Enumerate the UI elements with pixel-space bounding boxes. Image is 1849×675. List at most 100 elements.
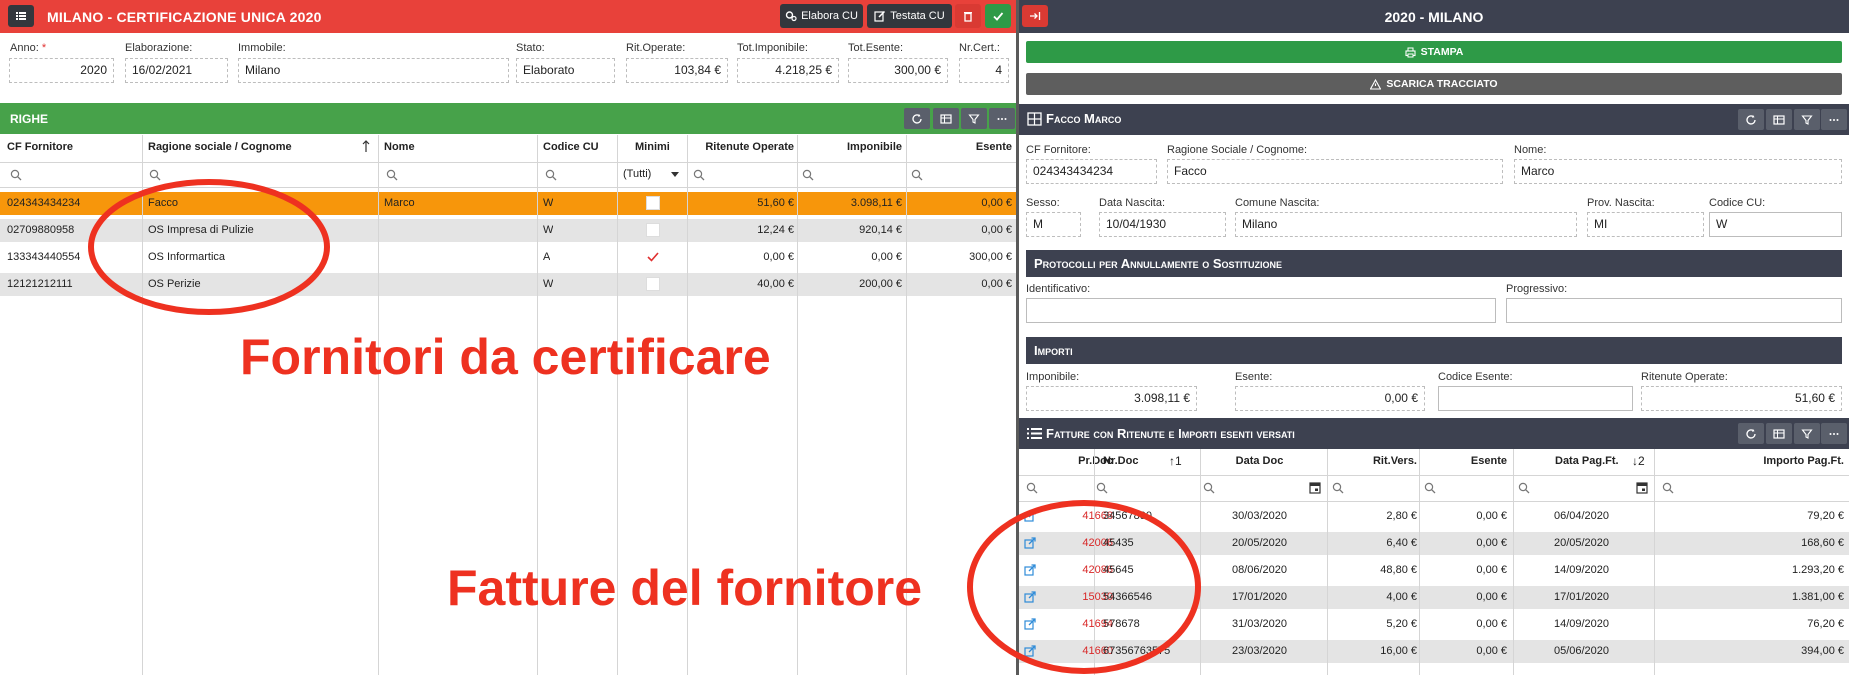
cell-rit-vers: 5,20 €: [1386, 618, 1417, 630]
minimi-checkbox[interactable]: [646, 223, 660, 237]
righe-section-title: RIGHE: [10, 112, 49, 126]
prov-nascita-label: Prov. Nascita:: [1587, 197, 1655, 209]
ritenute-operate-field[interactable]: 51,60 €: [1641, 386, 1842, 411]
nome-field[interactable]: Marco: [1514, 159, 1842, 184]
more-button[interactable]: [1821, 423, 1847, 444]
refresh-button[interactable]: [1738, 423, 1764, 444]
tot-esente-field[interactable]: 300,00 €: [848, 58, 948, 83]
search-icon[interactable]: [1662, 482, 1674, 494]
search-icon[interactable]: [1332, 482, 1344, 494]
elabora-cu-button[interactable]: Elabora CU: [780, 4, 863, 28]
nr-cert-field[interactable]: 4: [959, 58, 1009, 83]
search-icon[interactable]: [911, 169, 923, 181]
search-icon[interactable]: [1026, 482, 1038, 494]
cf-field[interactable]: 024343434234: [1026, 159, 1157, 184]
col-esente[interactable]: Esente: [1421, 455, 1507, 467]
col-data-doc[interactable]: Data Doc: [1206, 455, 1313, 467]
ragione-field[interactable]: Facco: [1167, 159, 1503, 184]
scarica-tracciato-button[interactable]: SCARICA TRACCIATO: [1026, 73, 1842, 95]
cell-data-pag: 14/09/2020: [1553, 564, 1610, 576]
search-icon[interactable]: [1518, 482, 1530, 494]
cell-codice: W: [543, 224, 554, 236]
minimi-checkbox[interactable]: [646, 277, 660, 291]
col-data-pag[interactable]: Data Pag.Ft.: [1555, 455, 1619, 467]
list-icon: [1027, 428, 1042, 439]
col-nr-doc[interactable]: Nr.Doc: [1103, 455, 1138, 467]
search-icon[interactable]: [10, 169, 22, 181]
progressivo-field[interactable]: [1506, 298, 1842, 323]
filter-button[interactable]: [961, 108, 987, 129]
testata-cu-label: Testata CU: [890, 10, 945, 22]
calendar-icon[interactable]: [1309, 481, 1321, 494]
search-icon[interactable]: [1203, 482, 1215, 494]
anno-field[interactable]: 2020: [9, 58, 114, 83]
stato-field[interactable]: Elaborato: [516, 58, 615, 83]
comune-nascita-field[interactable]: Milano: [1235, 212, 1577, 237]
cell-cf: 024343434234: [7, 197, 81, 209]
progressivo-label: Progressivo:: [1506, 283, 1568, 295]
col-esente[interactable]: Esente: [908, 141, 1012, 153]
tot-imponibile-field[interactable]: 4.218,25 €: [737, 58, 839, 83]
col-cf-fornitore[interactable]: CF Fornitore: [7, 141, 73, 153]
columns-button[interactable]: [1766, 109, 1792, 130]
col-nome[interactable]: Nome: [384, 141, 415, 153]
col-minimi[interactable]: Minimi: [635, 141, 670, 153]
table-icon: [940, 113, 952, 124]
calendar-icon[interactable]: [1636, 481, 1648, 494]
sort-indicator-1: ↑1: [1169, 454, 1182, 468]
prov-nascita-field[interactable]: MI: [1587, 212, 1704, 237]
immobile-label: Immobile:: [238, 42, 286, 54]
imponibile-field[interactable]: 3.098,11 €: [1026, 386, 1197, 411]
cell-esente: 0,00 €: [1476, 591, 1507, 603]
grid-icon: [1027, 112, 1042, 126]
col-importo-pag[interactable]: Importo Pag.Ft.: [1659, 455, 1844, 467]
data-nascita-label: Data Nascita:: [1099, 197, 1166, 209]
sesso-field[interactable]: M: [1026, 212, 1081, 237]
search-icon[interactable]: [386, 169, 398, 181]
search-icon[interactable]: [1424, 482, 1436, 494]
more-icon: [1829, 432, 1839, 435]
refresh-button[interactable]: [1738, 109, 1764, 130]
col-imponibile[interactable]: Imponibile: [800, 141, 902, 153]
cell-imponibile: 200,00 €: [859, 278, 902, 290]
menu-button[interactable]: [8, 5, 34, 27]
search-icon[interactable]: [693, 169, 705, 181]
identificativo-field[interactable]: [1026, 298, 1496, 323]
rit-operate-field[interactable]: 103,84 €: [626, 58, 728, 83]
search-icon[interactable]: [1096, 482, 1108, 494]
immobile-field[interactable]: Milano: [238, 58, 509, 83]
more-button[interactable]: [1821, 109, 1847, 130]
testata-cu-button[interactable]: Testata CU: [867, 4, 952, 28]
columns-button[interactable]: [1766, 423, 1792, 444]
col-rit-vers[interactable]: Rit.Vers.: [1329, 455, 1417, 467]
more-button[interactable]: [989, 108, 1015, 129]
cell-esente: 0,00 €: [981, 197, 1012, 209]
codice-esente-label: Codice Esente:: [1438, 371, 1513, 383]
columns-button[interactable]: [933, 108, 959, 129]
codice-esente-field[interactable]: [1438, 386, 1633, 411]
esente-field[interactable]: 0,00 €: [1235, 386, 1425, 411]
filter-button[interactable]: [1794, 423, 1820, 444]
search-icon[interactable]: [802, 169, 814, 181]
refresh-button[interactable]: [904, 108, 930, 129]
filter-button[interactable]: [1794, 109, 1820, 130]
col-codice-cu[interactable]: Codice CU: [543, 141, 599, 153]
minimi-filter-select[interactable]: (Tutti): [623, 163, 651, 186]
col-ritenute-operate[interactable]: Ritenute Operate: [690, 141, 794, 153]
annotation-fornitori: Fornitori da certificare: [240, 329, 771, 385]
confirm-button[interactable]: [985, 4, 1011, 28]
cell-rit-vers: 4,00 €: [1386, 591, 1417, 603]
elaborazione-field[interactable]: 16/02/2021: [125, 58, 228, 83]
col-ragione-sociale[interactable]: Ragione sociale / Cognome: [148, 141, 292, 153]
cell-codice: A: [543, 251, 551, 263]
data-nascita-field[interactable]: 10/04/1930: [1099, 212, 1226, 237]
list-icon: [16, 12, 26, 20]
delete-button[interactable]: [955, 4, 981, 28]
detail-section-bar: Facco Marco: [1019, 104, 1849, 135]
minimi-checkbox[interactable]: [646, 196, 660, 210]
protocolli-section-bar: Protocolli per Annullamente o Sostituzio…: [1026, 250, 1842, 277]
codice-cu-field[interactable]: W: [1709, 212, 1842, 237]
checkmark-icon[interactable]: [646, 251, 660, 263]
stampa-button[interactable]: STAMPA: [1026, 41, 1842, 63]
search-icon[interactable]: [545, 169, 557, 181]
